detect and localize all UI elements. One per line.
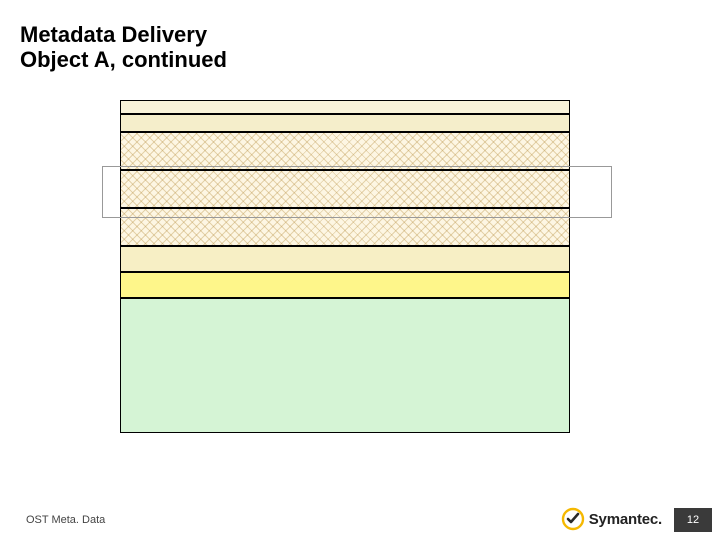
layer-top-thin-1 bbox=[120, 100, 570, 114]
overlay-selection-box bbox=[102, 166, 612, 218]
page-number: 12 bbox=[674, 508, 712, 532]
footer: OST Meta. Data Symantec. 12 bbox=[0, 496, 720, 540]
footer-left-text: OST Meta. Data bbox=[26, 514, 105, 526]
layer-solid-yellow bbox=[120, 272, 570, 298]
layer-solid-green bbox=[120, 298, 570, 433]
slide-title: Metadata DeliveryObject A, continued bbox=[20, 22, 227, 73]
brand-check-icon bbox=[561, 507, 585, 531]
brand-logo: Symantec. bbox=[561, 504, 662, 534]
layer-diagram bbox=[120, 100, 570, 470]
layer-top-thin-2 bbox=[120, 114, 570, 132]
brand-name: Symantec. bbox=[589, 511, 662, 528]
layer-solid-cream bbox=[120, 246, 570, 272]
layer-hatch-1 bbox=[120, 132, 570, 170]
